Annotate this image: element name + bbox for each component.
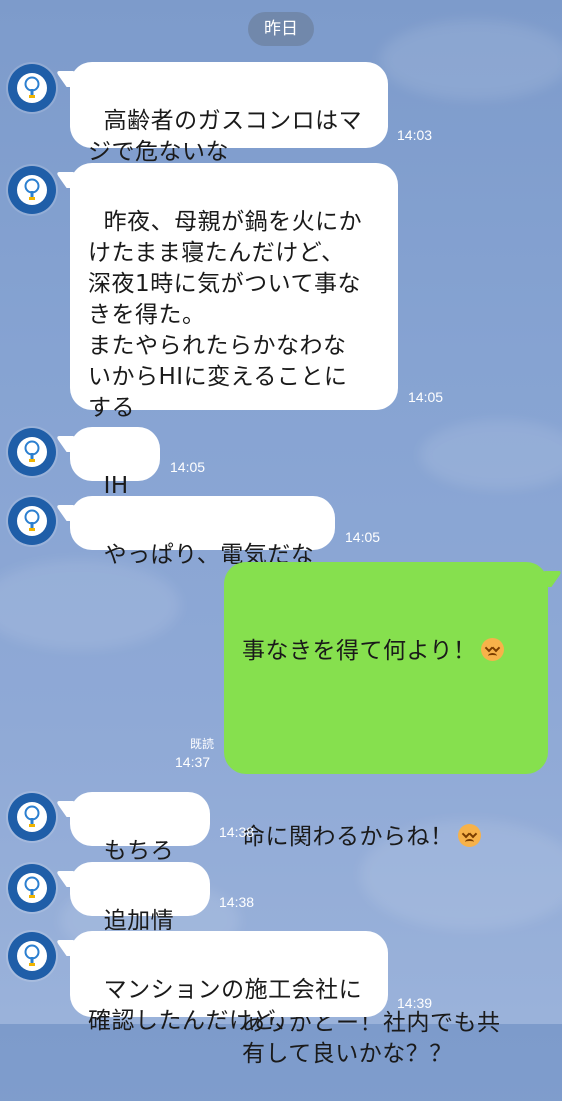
lightbulb-icon [24, 876, 40, 898]
message-line: 命に関わるからね！ [242, 822, 530, 853]
message-bubble[interactable]: 昨夜、母親が鍋を火にか けたまま寝たんだけど、 深夜1時に気がついて事な きを得… [70, 163, 398, 421]
lightbulb-icon [24, 805, 40, 827]
message-time: 14:37 [175, 754, 211, 770]
lightbulb-icon [24, 944, 40, 966]
message-bubble[interactable]: 追加情報 [70, 862, 210, 965]
read-receipt: 既読 [190, 737, 215, 751]
background-cloud [0, 560, 180, 650]
background-cloud [380, 20, 562, 100]
message-time: 14:05 [408, 389, 444, 405]
contact-avatar[interactable] [8, 166, 56, 214]
message-time: 14:05 [345, 529, 381, 545]
lightbulb-icon [24, 509, 40, 531]
message-bubble[interactable]: やっぱり、電気だな [70, 496, 335, 568]
contact-avatar[interactable] [8, 497, 56, 545]
message-time: 14:38 [219, 894, 255, 910]
contact-avatar[interactable] [8, 428, 56, 476]
lightbulb-icon [24, 76, 40, 98]
message-bubble[interactable]: もちろん [70, 792, 210, 895]
outgoing-message-bubble[interactable]: 事なきを得て何より！ 命に関わるからね！ ありがとー！社内でも共 有して良いかな… [224, 562, 548, 1067]
contact-avatar[interactable] [8, 864, 56, 912]
message-time: 14:38 [219, 824, 255, 840]
background-cloud [420, 420, 562, 490]
lightbulb-icon [24, 178, 40, 200]
contact-avatar[interactable] [8, 64, 56, 112]
message-bubble[interactable]: IHだ [70, 427, 160, 530]
message-line: 事なきを得て何より！ [242, 636, 530, 667]
message-time: 14:05 [170, 459, 206, 475]
date-separator: 昨日 [248, 12, 314, 46]
message-bubble[interactable]: マンションの施工会社に 確認したんだけど、 [70, 931, 388, 1034]
contact-avatar[interactable] [8, 793, 56, 841]
message-time: 14:39 [397, 995, 433, 1011]
message-bubble[interactable]: 高齢者のガスコンロはマ ジで危ないな [70, 62, 388, 165]
persevering-face-emoji [480, 638, 504, 661]
contact-avatar[interactable] [8, 932, 56, 980]
persevering-face-emoji [457, 824, 481, 847]
lightbulb-icon [24, 440, 40, 462]
message-time: 14:03 [397, 127, 433, 143]
message-text: 昨夜、母親が鍋を火にか けたまま寝たんだけど、 深夜1時に気がついて事な きを得… [88, 209, 363, 421]
message-text: 高齢者のガスコンロはマ ジで危ないな [88, 108, 363, 165]
